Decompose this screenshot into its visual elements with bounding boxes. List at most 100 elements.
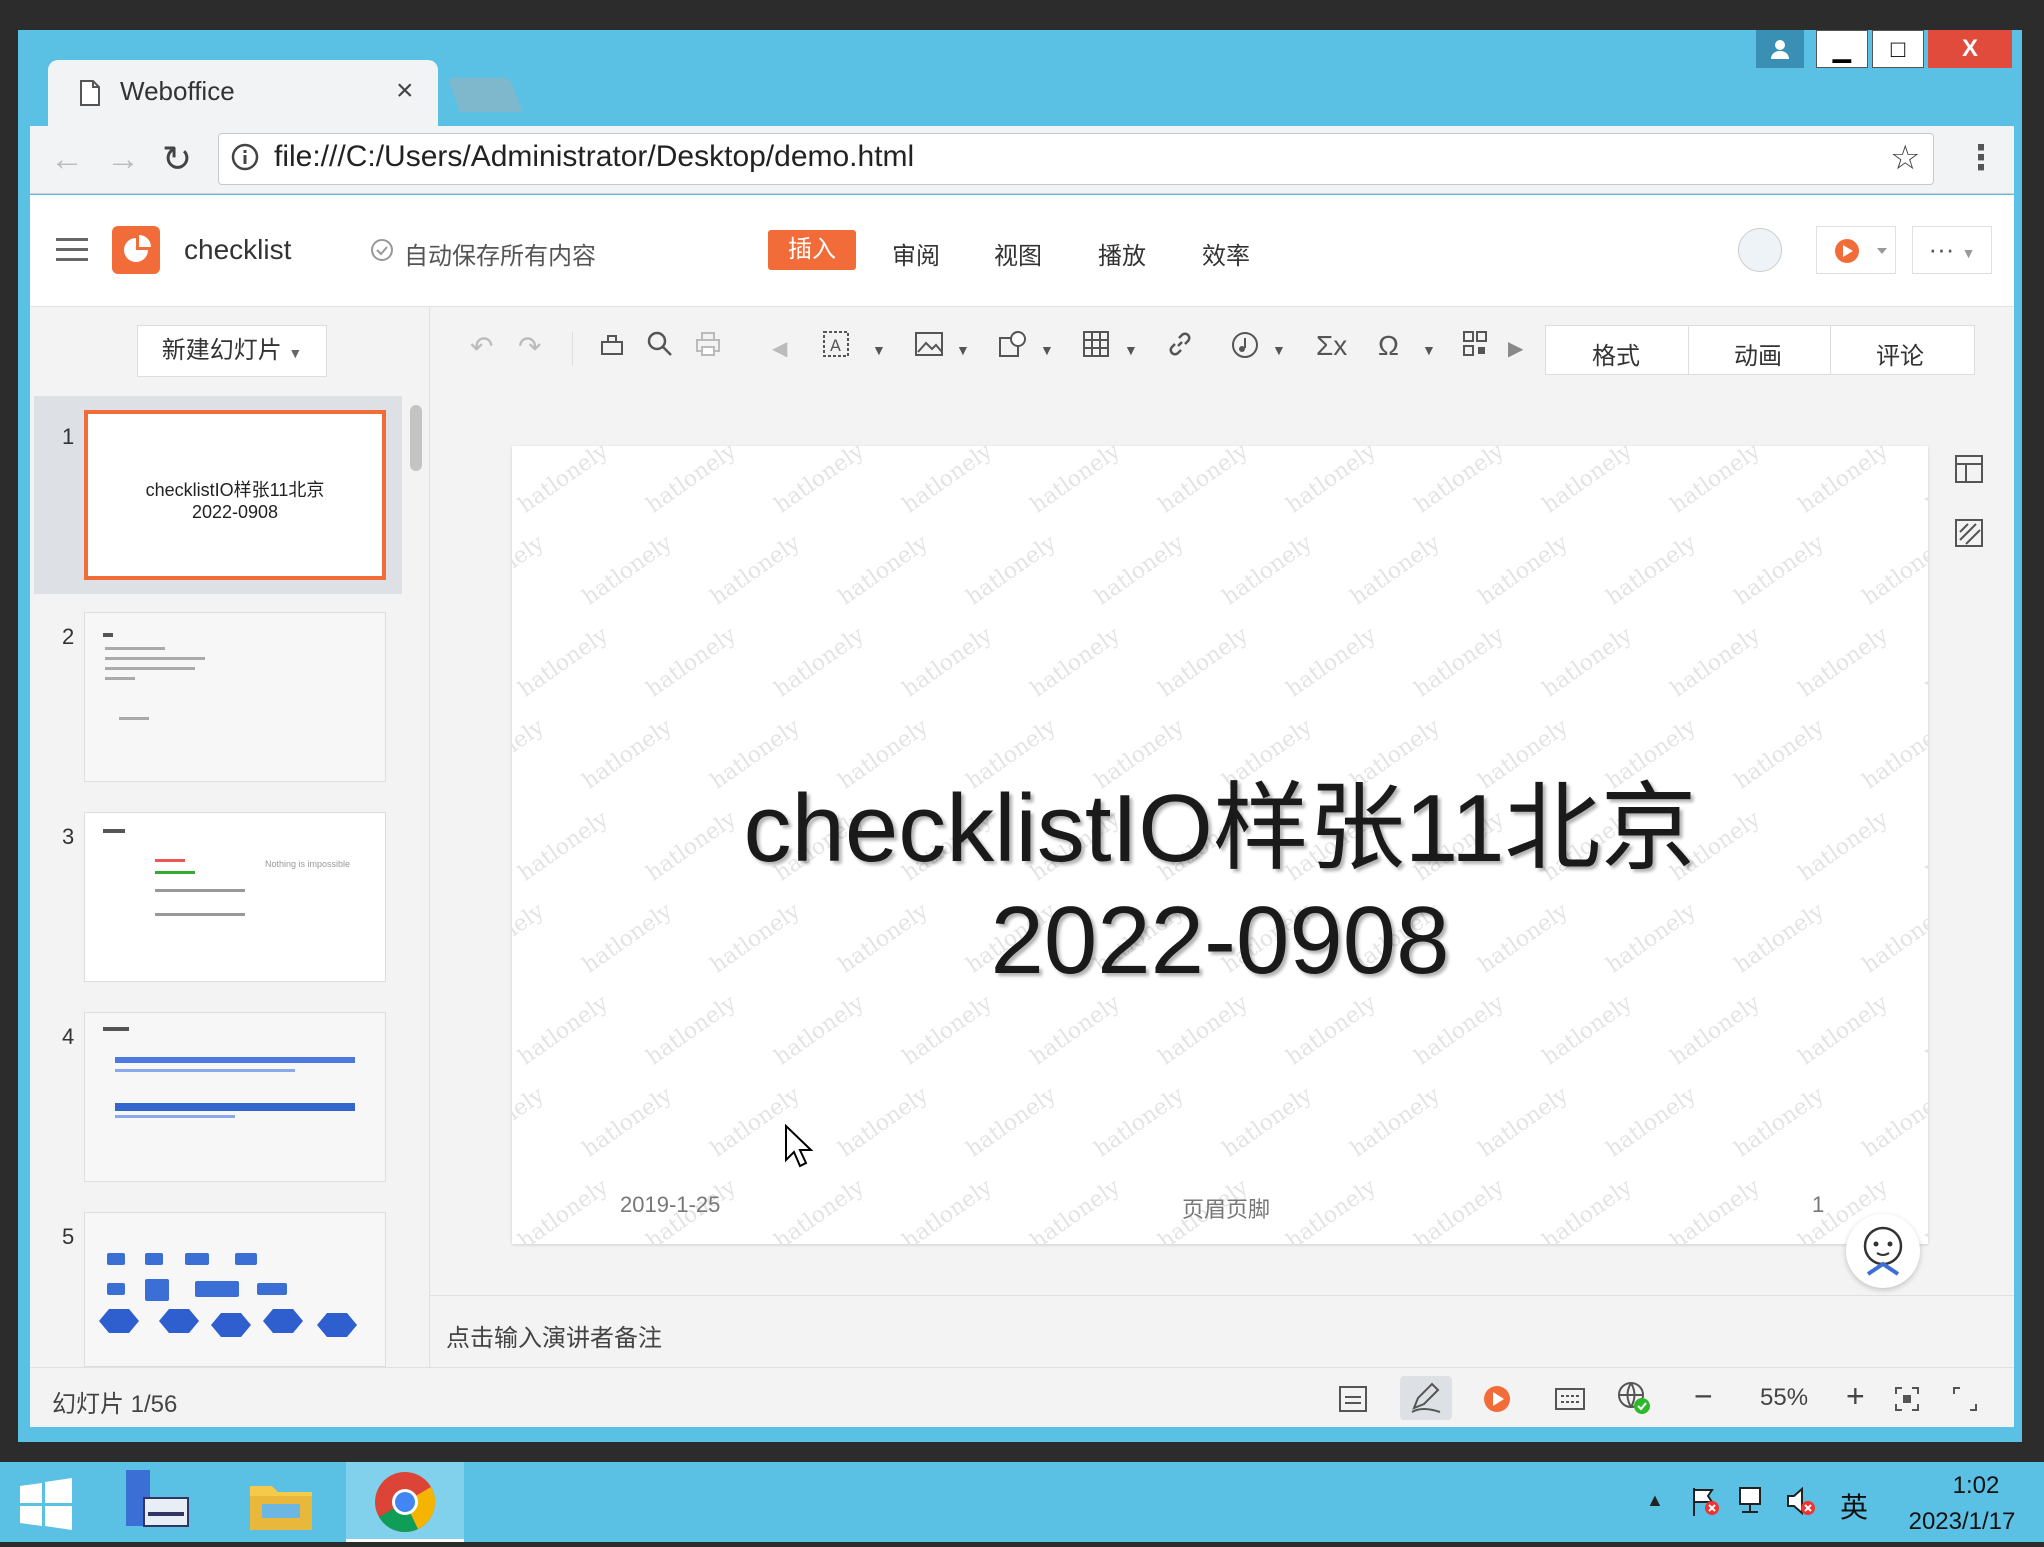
slide-thumbnail-2[interactable] <box>84 612 386 782</box>
assistant-mascot-icon[interactable] <box>1846 1214 1920 1288</box>
watermark-text: hatlonely <box>1666 990 1765 1071</box>
user-icon[interactable] <box>1756 30 1804 68</box>
play-dropdown-button[interactable] <box>1816 226 1896 274</box>
chevron-down-icon[interactable]: ▼ <box>1040 342 1054 358</box>
fit-to-window-icon[interactable] <box>1894 1386 1920 1417</box>
slide-thumbnail-5[interactable] <box>84 1212 386 1367</box>
annotate-icon[interactable] <box>1400 1376 1452 1420</box>
chevron-down-icon[interactable]: ▼ <box>1422 342 1436 358</box>
link-icon[interactable] <box>1166 330 1194 365</box>
server-manager-icon[interactable] <box>120 1468 192 1539</box>
redo-icon[interactable]: ↷ <box>518 330 541 363</box>
clock-time[interactable]: 1:02 <box>1926 1472 2026 1500</box>
watermark-text: hatlonely <box>1026 990 1125 1071</box>
slide-footer-date[interactable]: 2019-1-25 <box>620 1192 720 1218</box>
chrome-taskbar-button[interactable] <box>346 1462 464 1542</box>
tab-comments[interactable]: 评论 <box>1876 336 1924 371</box>
slide-thumbnail-3[interactable]: Nothing is impossible <box>84 812 386 982</box>
url-text[interactable]: file:///C:/Users/Administrator/Desktop/d… <box>274 140 914 174</box>
reading-view-icon[interactable] <box>1554 1384 1586 1419</box>
slide-title[interactable]: checklistIO样张11北京 <box>512 750 1928 889</box>
qrcode-icon[interactable] <box>1462 330 1488 365</box>
watermark-text: hatlonely <box>1794 446 1893 519</box>
textbox-icon[interactable]: A <box>822 330 850 365</box>
reload-icon[interactable]: ↻ <box>162 138 192 180</box>
shape-icon[interactable] <box>998 330 1028 365</box>
hamburger-menu-icon[interactable] <box>56 236 88 269</box>
slide-subtitle[interactable]: 2022-0908 <box>512 886 1928 996</box>
avatar[interactable] <box>1738 228 1782 272</box>
watermark-text: hatlonely <box>512 530 549 611</box>
menu-play[interactable]: 播放 <box>1098 236 1146 271</box>
bookmark-star-icon[interactable]: ☆ <box>1890 138 1920 178</box>
web-share-icon[interactable] <box>1616 1380 1652 1421</box>
slide-thumbnail-1[interactable]: checklistIO样张11北京 2022-0908 <box>84 410 386 580</box>
chevron-down-icon: ▼ <box>1961 245 1976 261</box>
speaker-notes-placeholder[interactable]: 点击输入演讲者备注 <box>446 1318 662 1353</box>
undo-icon[interactable]: ↶ <box>470 330 493 363</box>
chevron-down-icon[interactable]: ▼ <box>1124 342 1138 358</box>
slide-footer-text[interactable]: 页眉页脚 <box>1182 1192 1270 1224</box>
windows-start-icon[interactable] <box>18 1478 74 1535</box>
minimize-button[interactable]: ▁ <box>1816 30 1868 68</box>
slide-page-number[interactable]: 1 <box>1812 1192 1824 1218</box>
scroll-right-icon[interactable]: ▶ <box>1508 336 1523 361</box>
scroll-left-icon[interactable]: ◀ <box>772 336 787 361</box>
document-name[interactable]: checklist <box>184 234 291 266</box>
speaker-notes[interactable]: 点击输入演讲者备注 <box>430 1295 2014 1367</box>
action-center-flag-icon[interactable] <box>1688 1484 1722 1523</box>
format-painter-icon[interactable] <box>598 330 626 365</box>
menu-review[interactable]: 审阅 <box>892 236 940 271</box>
status-bar: 幻灯片 1/56 <box>30 1367 2014 1427</box>
new-tab-button[interactable] <box>447 78 523 112</box>
table-icon[interactable] <box>1082 330 1110 365</box>
forward-icon[interactable]: → <box>106 140 140 179</box>
zoom-in-icon[interactable]: + <box>1846 1378 1865 1415</box>
ime-indicator[interactable]: 英 <box>1840 1486 1868 1526</box>
new-slide-button[interactable]: 新建幻灯片 ▼ <box>137 325 327 377</box>
slide-thumbnail-4[interactable] <box>84 1012 386 1182</box>
info-icon[interactable] <box>230 142 260 177</box>
watermark-text: hatlonely <box>1730 1082 1829 1163</box>
back-icon[interactable]: ← <box>50 140 84 179</box>
clock-date[interactable]: 2023/1/17 <box>1892 1508 2032 1536</box>
browser-menu-icon[interactable]: ⋮ <box>1964 138 1998 178</box>
tray-expand-icon[interactable]: ▲ <box>1646 1490 1664 1511</box>
tab-format[interactable]: 格式 <box>1592 336 1640 371</box>
chevron-down-icon[interactable]: ▼ <box>1272 342 1286 358</box>
watermark-text: hatlonely <box>1666 446 1765 519</box>
symbol-icon[interactable]: Ω <box>1378 330 1399 362</box>
more-button[interactable]: ··· ▼ <box>1912 226 1992 274</box>
notes-view-icon[interactable] <box>1338 1384 1368 1419</box>
watermark-text: hatlonely <box>962 530 1061 611</box>
menu-efficiency[interactable]: 效率 <box>1202 236 1250 271</box>
watermark-text: hatlonely <box>770 990 869 1071</box>
chevron-down-icon[interactable]: ▼ <box>956 342 970 358</box>
layout-panel-icon[interactable] <box>1954 454 1984 489</box>
menu-view[interactable]: 视图 <box>994 236 1042 271</box>
search-icon[interactable] <box>646 330 674 365</box>
print-icon[interactable] <box>694 330 722 365</box>
audio-icon[interactable] <box>1230 330 1260 367</box>
zoom-level[interactable]: 55% <box>1760 1384 1808 1412</box>
volume-muted-icon[interactable] <box>1784 1484 1818 1523</box>
sidebar-scrollbar[interactable] <box>410 405 422 471</box>
maximize-button[interactable]: □ <box>1872 30 1924 68</box>
background-panel-icon[interactable] <box>1954 518 1984 553</box>
slide-canvas[interactable]: hatlonely hatlonely hatlonely hatlonely hatl… <box>512 446 1928 1244</box>
chevron-down-icon[interactable]: ▼ <box>872 342 886 358</box>
play-icon[interactable] <box>1482 1384 1512 1419</box>
image-icon[interactable] <box>914 330 944 365</box>
zoom-out-icon[interactable]: − <box>1694 1378 1713 1415</box>
network-icon[interactable] <box>1736 1484 1770 1523</box>
tab-animation[interactable]: 动画 <box>1734 336 1782 371</box>
file-explorer-icon[interactable] <box>246 1474 316 1539</box>
slide-counter: 幻灯片 1/56 <box>52 1391 178 1418</box>
formula-icon[interactable]: Σx <box>1316 330 1347 362</box>
browser-tab[interactable] <box>48 60 438 126</box>
menu-insert[interactable]: 插入 <box>768 230 856 270</box>
close-button[interactable]: X <box>1928 30 2012 68</box>
right-panel-tabs: 格式 动画 评论 <box>1545 325 1975 375</box>
fullscreen-icon[interactable] <box>1952 1386 1978 1417</box>
tab-close-icon[interactable]: × <box>396 74 414 108</box>
